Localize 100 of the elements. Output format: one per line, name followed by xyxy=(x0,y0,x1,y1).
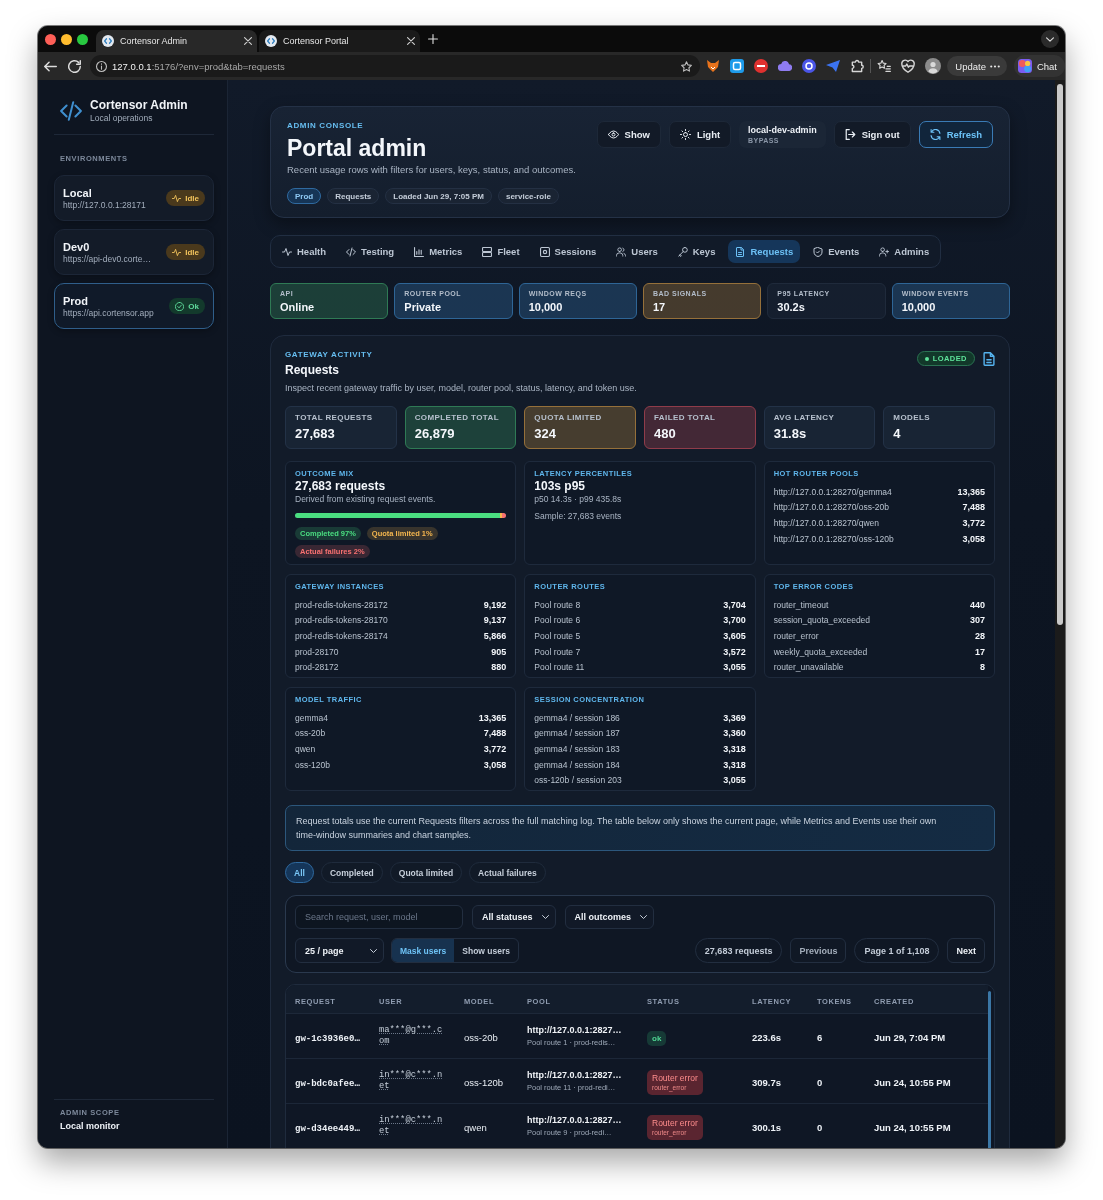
row-value: 3,700 xyxy=(723,615,746,626)
nav-tab[interactable]: Users xyxy=(609,240,665,263)
users-icon xyxy=(616,246,627,257)
context-chip: service-role xyxy=(497,188,559,204)
scrollbar-thumb[interactable] xyxy=(988,991,991,1148)
shield-icon xyxy=(813,246,824,257)
latency-value: 223.6s xyxy=(752,1032,782,1043)
row-label: prod-redis-tokens-28170 xyxy=(295,615,388,626)
page-size-select[interactable]: 25 / page xyxy=(295,938,384,963)
puzzle-icon[interactable] xyxy=(850,59,865,73)
page-scrollbar[interactable] xyxy=(1055,80,1065,1148)
nav-tab[interactable]: Fleet xyxy=(475,240,527,263)
refresh-icon xyxy=(929,129,941,140)
row-label: gemma4 / session 187 xyxy=(534,728,620,739)
environment-item[interactable]: Prod https://api.cortensor.app Ok xyxy=(54,283,214,329)
nav-tab[interactable]: Testing xyxy=(339,240,402,263)
nav-tab[interactable]: Metrics xyxy=(407,240,470,263)
app-tile-icon[interactable] xyxy=(730,59,745,73)
row-label: http://127.0.0.1:28270/gemma4 xyxy=(773,486,892,497)
chat-button[interactable]: Chat xyxy=(1013,55,1065,77)
next-button[interactable]: Next xyxy=(947,938,985,963)
row-label: gemma4 / session 183 xyxy=(534,744,620,754)
address-field[interactable]: 127.0.0.1:5176/?env=prod&tab=requests xyxy=(90,55,701,77)
metric-label: AVG LATENCY xyxy=(773,413,835,423)
nav-tab[interactable]: Events xyxy=(806,240,867,263)
theme-button[interactable]: Light xyxy=(668,121,732,148)
paper-plane-icon[interactable] xyxy=(826,60,841,72)
avatar-icon[interactable] xyxy=(925,58,942,74)
row-value: 3,318 xyxy=(723,744,746,754)
nav-tab[interactable]: Requests xyxy=(728,240,801,263)
update-button[interactable]: Update xyxy=(947,56,1007,76)
search-field[interactable]: Search request, user, model xyxy=(295,905,463,929)
card-detail: p50 14.3s · p99 435.8s xyxy=(534,493,622,505)
heart-pulse-icon[interactable] xyxy=(901,59,916,73)
context-chip: Loaded Jun 29, 7:05 PM xyxy=(385,188,492,204)
status-text: Idle xyxy=(185,247,199,257)
nav-tab[interactable]: Keys xyxy=(670,240,723,263)
reload-icon[interactable] xyxy=(68,59,81,73)
row-value: 7,488 xyxy=(483,728,507,739)
zoom-window-button[interactable] xyxy=(77,33,88,45)
pulse-icon xyxy=(172,247,182,257)
back-icon[interactable] xyxy=(44,59,57,73)
close-window-button[interactable] xyxy=(45,33,56,45)
document-icon[interactable] xyxy=(983,351,995,366)
star-list-icon[interactable] xyxy=(877,59,892,73)
circle-icon[interactable] xyxy=(802,59,817,73)
tab-menu-button[interactable] xyxy=(1041,30,1059,48)
key-icon xyxy=(677,246,688,257)
show-button[interactable]: Show xyxy=(596,121,661,148)
minimize-window-button[interactable] xyxy=(61,33,72,45)
row-label: session_quota_exceeded xyxy=(773,615,871,626)
chevron-down-icon xyxy=(370,948,377,953)
outcome-select[interactable]: All outcomes xyxy=(564,905,655,929)
refresh-button[interactable]: Refresh xyxy=(918,121,993,148)
row-label: weekly_quota_exceeded xyxy=(773,646,868,657)
segment-button[interactable]: Mask users xyxy=(392,939,455,962)
metric-label: MODELS xyxy=(893,413,930,423)
no-entry-icon[interactable] xyxy=(754,59,769,73)
environment-item[interactable]: Dev0 https://api-dev0.corte… Idle xyxy=(54,229,214,275)
token-count: 0 xyxy=(817,1122,823,1133)
metric-value: 480 xyxy=(654,426,676,442)
model-name: oss-120b xyxy=(464,1077,504,1088)
token-count: 0 xyxy=(817,1077,823,1088)
panel-description: Inspect recent gateway traffic by user, model, router pool, status, latency, and token use. xyxy=(285,382,637,395)
sign-out-button[interactable]: Sign out xyxy=(833,121,911,148)
row-label: prod-28170 xyxy=(295,646,339,657)
created-time: Jun 24, 10:55 PM xyxy=(874,1077,951,1088)
created-time: Jun 29, 7:04 PM xyxy=(874,1032,946,1043)
plus-icon[interactable] xyxy=(428,34,438,44)
app-icon xyxy=(1017,59,1032,73)
filter-chip[interactable]: Completed xyxy=(320,862,383,883)
fox-icon[interactable] xyxy=(706,59,721,73)
row-value: 3,055 xyxy=(723,662,746,673)
info-icon[interactable] xyxy=(96,60,107,72)
star-icon[interactable] xyxy=(681,60,693,72)
latency-value: 300.1s xyxy=(752,1122,782,1133)
environment-url: http://127.0.0.1:28171 xyxy=(63,199,147,211)
filter-chip[interactable]: Actual failures xyxy=(469,862,546,883)
close-icon[interactable] xyxy=(244,37,252,45)
row-value: 3,572 xyxy=(723,646,746,657)
filter-chip[interactable]: Quota limited xyxy=(389,862,463,883)
browser-tab[interactable]: Cortensor Portal xyxy=(259,30,420,52)
row-label: prod-redis-tokens-28172 xyxy=(295,599,388,610)
row-value: 880 xyxy=(491,662,507,673)
close-icon[interactable] xyxy=(407,37,415,45)
browser-tab[interactable]: Cortensor Admin xyxy=(96,30,257,52)
cloud-icon[interactable] xyxy=(778,61,793,71)
status-select[interactable]: All statuses xyxy=(472,905,556,929)
scrollbar-thumb[interactable] xyxy=(1057,84,1063,625)
nav-tab[interactable]: Sessions xyxy=(532,240,604,263)
filter-chip[interactable]: All xyxy=(285,862,314,883)
nav-tab[interactable]: Admins xyxy=(872,240,937,263)
segment-button[interactable]: Show users xyxy=(454,939,519,962)
row-value: 9,192 xyxy=(483,599,507,610)
row-label: oss-120b xyxy=(295,759,330,770)
environment-item[interactable]: Local http://127.0.0.1:28171 Idle xyxy=(54,175,214,221)
nav-tab[interactable]: Health xyxy=(275,240,334,263)
row-value: 7,488 xyxy=(962,502,985,513)
server-icon xyxy=(482,246,493,257)
row-value: 5,866 xyxy=(483,631,507,641)
